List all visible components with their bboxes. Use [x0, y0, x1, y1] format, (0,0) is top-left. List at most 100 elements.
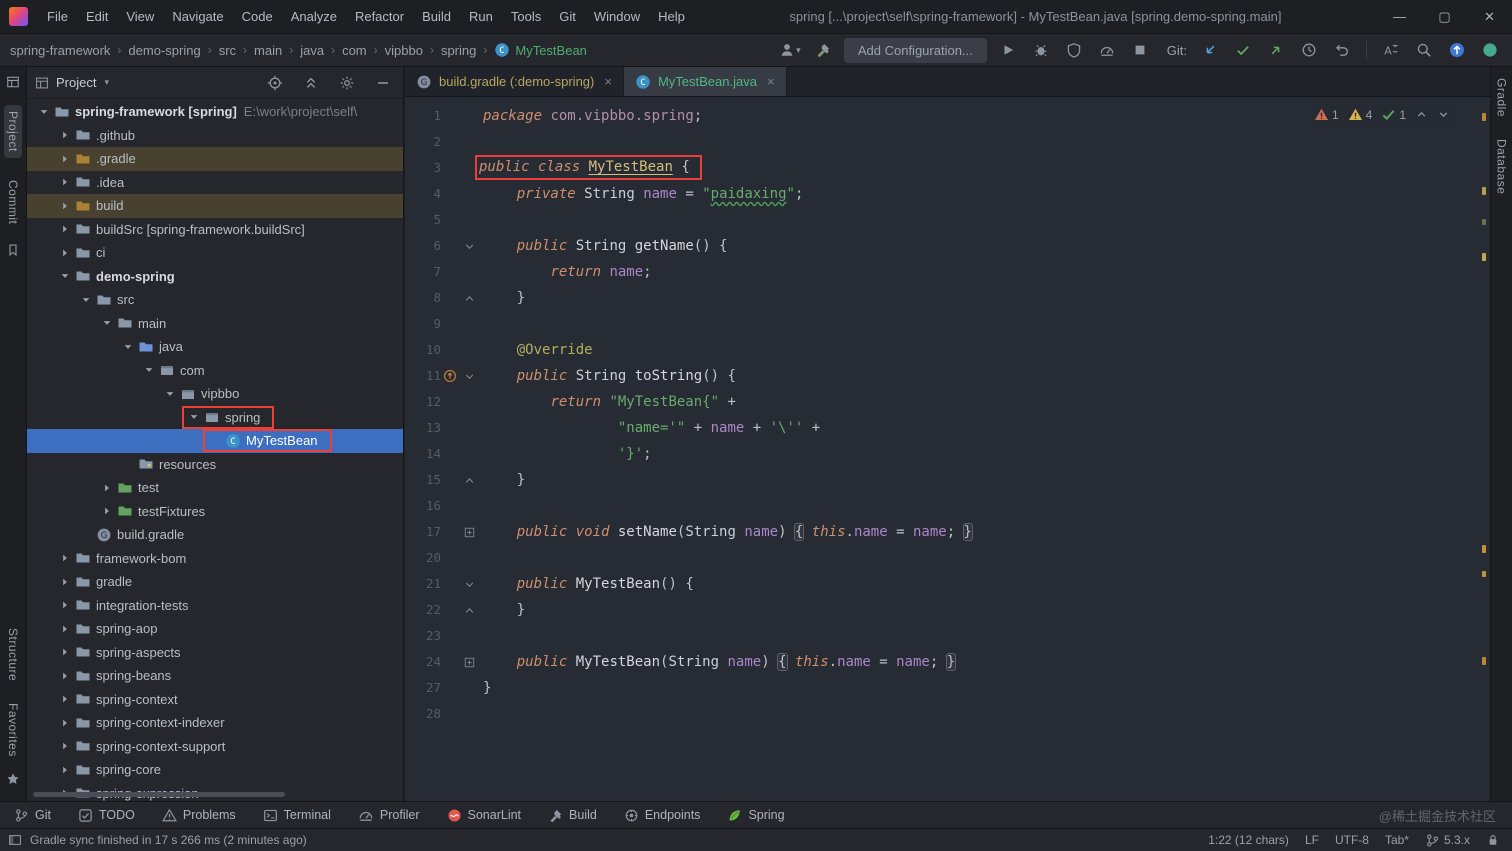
tree-chevron-icon[interactable] [56, 576, 73, 588]
line-number[interactable]: 17 [405, 519, 441, 545]
tree-item-build-gradle[interactable]: Gbuild.gradle [27, 523, 403, 547]
tree-chevron-icon[interactable] [56, 247, 73, 259]
tree-item-spring-core[interactable]: spring-core [27, 758, 403, 782]
code-line-16[interactable]: 16 [405, 493, 1490, 519]
line-number[interactable]: 6 [405, 233, 441, 259]
line-number[interactable]: 4 [405, 181, 441, 207]
breadcrumb-item-main[interactable]: main [254, 43, 282, 58]
line-number[interactable]: 15 [405, 467, 441, 493]
breadcrumb-item-spring[interactable]: spring [441, 43, 476, 58]
history-button[interactable] [1297, 38, 1321, 62]
project-tab-icon[interactable] [6, 75, 20, 92]
hammer-green-button[interactable] [811, 38, 835, 62]
tree-item-spring-beans[interactable]: spring-beans [27, 664, 403, 688]
weak-warnings-badge[interactable]: 1 [1314, 107, 1339, 122]
line-number[interactable]: 9 [405, 311, 441, 337]
next-problem-button[interactable] [1437, 108, 1450, 121]
line-number[interactable]: 5 [405, 207, 441, 233]
fold-open-icon[interactable] [459, 363, 479, 389]
tree-item-spring-aspects[interactable]: spring-aspects [27, 641, 403, 665]
tree-chevron-icon[interactable] [56, 764, 73, 776]
file-encoding[interactable]: UTF-8 [1335, 833, 1369, 847]
code-line-24[interactable]: 24 public MyTestBean(String name) { this… [405, 649, 1490, 675]
close-tab-icon[interactable]: × [604, 74, 612, 89]
menu-code[interactable]: Code [233, 0, 282, 33]
menu-view[interactable]: View [117, 0, 163, 33]
profiler-run-button[interactable] [1095, 38, 1119, 62]
updates-button[interactable] [1445, 38, 1469, 62]
fold-close-icon[interactable] [459, 285, 479, 311]
tree-chevron-icon[interactable] [98, 505, 115, 517]
menu-build[interactable]: Build [413, 0, 460, 33]
indent-style[interactable]: Tab* [1385, 833, 1409, 847]
breadcrumb-item-demo-spring[interactable]: demo-spring [128, 43, 200, 58]
code-line-9[interactable]: 9 [405, 311, 1490, 337]
tree-chevron-icon[interactable] [161, 388, 178, 400]
prev-problem-button[interactable] [1415, 108, 1428, 121]
breadcrumb-item-vipbbo[interactable]: vipbbo [385, 43, 423, 58]
tool-window-button-terminal[interactable]: Terminal [263, 807, 331, 823]
menu-edit[interactable]: Edit [77, 0, 117, 33]
tree-item-java[interactable]: java [27, 335, 403, 359]
tree-item-build[interactable]: build [27, 194, 403, 218]
override-gutter-icon[interactable] [441, 363, 459, 389]
user-button[interactable]: ▾ [778, 38, 802, 62]
debug-button[interactable] [1029, 38, 1053, 62]
tree-item-spring-aop[interactable]: spring-aop [27, 617, 403, 641]
tree-item-buildsrc-spring-framework-buildsrc[interactable]: buildSrc [spring-framework.buildSrc] [27, 218, 403, 242]
fold-close-icon[interactable] [459, 467, 479, 493]
tree-item-idea[interactable]: .idea [27, 171, 403, 195]
code-line-14[interactable]: 14 '}'; [405, 441, 1490, 467]
tree-item-demo-spring[interactable]: demo-spring [27, 265, 403, 289]
no-errors-badge[interactable]: 1 [1381, 107, 1406, 122]
breadcrumb-item-mytestbean[interactable]: C MyTestBean [494, 42, 587, 58]
tree-item-spring-context-support[interactable]: spring-context-support [27, 735, 403, 759]
target-button[interactable] [263, 71, 287, 95]
code-line-23[interactable]: 23 [405, 623, 1490, 649]
tree-chevron-icon[interactable] [98, 482, 115, 494]
tree-item-spring-framework-spring[interactable]: spring-framework [spring] E:\work\project… [27, 100, 403, 124]
line-number[interactable]: 10 [405, 337, 441, 363]
fold-open-icon[interactable] [459, 571, 479, 597]
tree-chevron-icon[interactable] [119, 341, 136, 353]
code-line-27[interactable]: 27} [405, 675, 1490, 701]
close-tab-icon[interactable]: × [767, 74, 775, 89]
tree-item-framework-bom[interactable]: framework-bom [27, 547, 403, 571]
tool-window-button-problems[interactable]: Problems [161, 807, 236, 823]
line-number[interactable]: 24 [405, 649, 441, 675]
tool-window-button-todo[interactable]: TODO [78, 807, 135, 823]
fold-plus-icon[interactable] [459, 519, 479, 545]
line-number[interactable]: 23 [405, 623, 441, 649]
code-line-11[interactable]: 11 public String toString() { [405, 363, 1490, 389]
tree-item-vipbbo[interactable]: vipbbo [27, 382, 403, 406]
horizontal-scrollbar[interactable] [33, 792, 285, 797]
code-line-21[interactable]: 21 public MyTestBean() { [405, 571, 1490, 597]
tree-item-resources[interactable]: resources [27, 453, 403, 477]
close-button[interactable]: ✕ [1467, 0, 1512, 33]
tree-item-spring[interactable]: spring [27, 405, 403, 430]
code-line-13[interactable]: 13 "name='" + name + '\'' + [405, 415, 1490, 441]
code-line-6[interactable]: 6 public String getName() { [405, 233, 1490, 259]
git-branch[interactable]: 5.3.x [1425, 833, 1470, 848]
code-line-4[interactable]: 4 private String name = "paidaxing"; [405, 181, 1490, 207]
code-line-3[interactable]: 3 public class MyTestBean { [405, 155, 1490, 181]
tree-item-gradle[interactable]: gradle [27, 570, 403, 594]
menu-run[interactable]: Run [460, 0, 502, 33]
line-number[interactable]: 20 [405, 545, 441, 571]
tree-item-integration-tests[interactable]: integration-tests [27, 594, 403, 618]
tree-item-mytestbean[interactable]: C MyTestBean [27, 429, 403, 453]
code-line-17[interactable]: 17 public void setName(String name) { th… [405, 519, 1490, 545]
menu-analyze[interactable]: Analyze [282, 0, 346, 33]
update-project-button[interactable] [1198, 38, 1222, 62]
fold-open-icon[interactable] [459, 233, 479, 259]
tree-item-main[interactable]: main [27, 312, 403, 336]
line-number[interactable]: 8 [405, 285, 441, 311]
bookmark-icon[interactable] [6, 243, 20, 260]
tree-chevron-icon[interactable] [56, 693, 73, 705]
line-number[interactable]: 11 [405, 363, 441, 389]
tool-window-button-profiler[interactable]: Profiler [358, 807, 420, 823]
tree-chevron-icon[interactable] [56, 552, 73, 564]
collapse-all-button[interactable] [299, 71, 323, 95]
tool-window-stripe-structure[interactable]: Structure [6, 628, 20, 681]
line-number[interactable]: 3 [405, 155, 441, 181]
